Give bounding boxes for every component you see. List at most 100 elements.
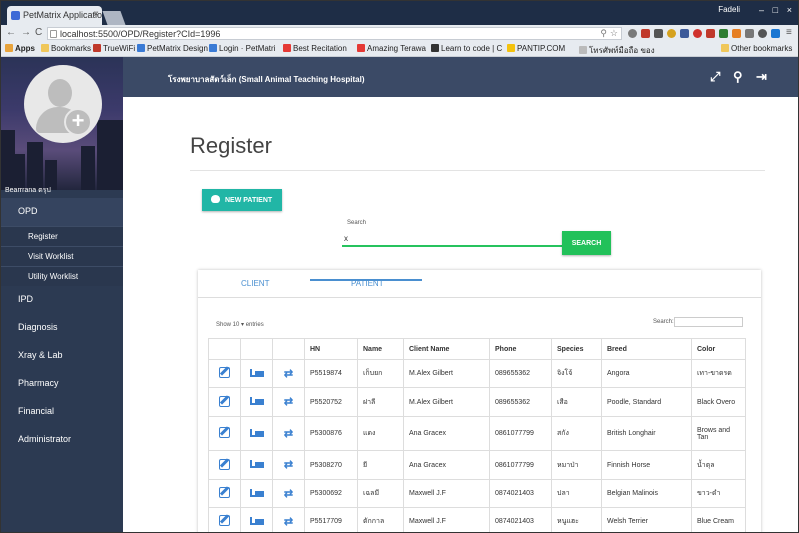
admit-cell	[240, 359, 273, 388]
sidebar-item-diagnosis[interactable]: Diagnosis	[1, 314, 123, 342]
back-icon[interactable]: ←	[6, 27, 16, 38]
cell-species: สกัง	[551, 416, 602, 451]
bookmark-item[interactable]: Login · PetMatri	[209, 44, 275, 53]
maximize-icon[interactable]: □	[773, 5, 778, 15]
extension-icon[interactable]	[641, 29, 650, 38]
edit-icon[interactable]	[219, 487, 230, 498]
header-breed[interactable]: Breed	[601, 338, 692, 360]
transfer-icon[interactable]: ⇄	[284, 396, 293, 408]
extension-icon[interactable]	[758, 29, 767, 38]
minimize-icon[interactable]: –	[759, 5, 764, 15]
sidebar-item-register[interactable]: Register	[1, 226, 123, 246]
transfer-icon[interactable]: ⇄	[284, 428, 293, 440]
bookmark-item[interactable]: Best Recitation	[283, 44, 347, 53]
transfer-icon[interactable]: ⇄	[284, 516, 293, 528]
bookmark-item[interactable]: PANTIP.COM	[507, 44, 565, 53]
bookmark-item[interactable]: Learn to code | C	[431, 44, 502, 53]
edit-icon[interactable]	[219, 515, 230, 526]
user-name: Bearrrana ตรุป	[5, 187, 51, 194]
header-name[interactable]: Name	[357, 338, 404, 360]
avatar-head	[48, 79, 72, 107]
transfer-icon[interactable]: ⇄	[284, 368, 293, 380]
search-button[interactable]: SEARCH	[562, 231, 611, 255]
url-field[interactable]: localhost:5500/OPD/Register?CId=1996 ⚲ ☆	[47, 27, 622, 40]
new-patient-button[interactable]: NEW PATIENT	[202, 189, 282, 211]
search-input[interactable]	[342, 231, 562, 247]
page-info-icon[interactable]	[50, 30, 57, 38]
table-search-input[interactable]	[674, 317, 743, 327]
extension-icon[interactable]	[771, 29, 780, 38]
bed-icon[interactable]	[249, 368, 264, 377]
tab-title: PetMatrix Applicatio	[23, 10, 102, 20]
new-tab-button[interactable]	[102, 11, 126, 25]
bed-icon[interactable]	[249, 488, 264, 497]
show-entries-select[interactable]: Show 10 ▾ entries	[216, 321, 264, 328]
forward-icon[interactable]: →	[21, 27, 31, 38]
edit-icon[interactable]	[219, 458, 230, 470]
bookmark-apps[interactable]: Apps	[5, 44, 35, 53]
bed-icon[interactable]	[249, 516, 264, 525]
header-hn[interactable]: HN	[304, 338, 358, 360]
browser-tab[interactable]: PetMatrix Applicatio ×	[7, 6, 102, 25]
search-icon[interactable]: ⚲	[733, 69, 743, 85]
fullscreen-icon[interactable]: ⤢	[710, 69, 720, 85]
bed-icon[interactable]	[249, 428, 264, 437]
extension-icon[interactable]	[732, 29, 741, 38]
bookmark-other[interactable]: Other bookmarks	[721, 44, 792, 53]
sidebar-item-utility-worklist[interactable]: Utility Worklist	[1, 266, 123, 286]
avatar[interactable]: +	[24, 65, 102, 143]
sidebar-item-visit-worklist[interactable]: Visit Worklist	[1, 246, 123, 266]
extension-icon[interactable]	[693, 29, 702, 38]
cell-phone: 089655362	[489, 359, 552, 388]
add-photo-icon[interactable]: +	[64, 108, 92, 136]
transfer-icon[interactable]: ⇄	[284, 459, 293, 471]
extension-icon[interactable]	[628, 29, 637, 38]
sidebar-item-pharmacy[interactable]: Pharmacy	[1, 370, 123, 398]
bed-icon[interactable]	[249, 397, 264, 405]
sidebar-item-opd[interactable]: OPD	[1, 198, 123, 226]
close-tab-icon[interactable]: ×	[93, 9, 99, 20]
sidebar-item-ipd[interactable]: IPD	[1, 286, 123, 314]
star-icon[interactable]: ☆	[610, 28, 618, 39]
bookmark-item[interactable]: Amazing Terawa	[357, 44, 426, 53]
header-edit	[208, 338, 241, 360]
tab-client[interactable]: CLIENT	[241, 279, 269, 288]
edit-icon[interactable]	[219, 367, 230, 378]
logout-icon[interactable]: ⇥	[756, 69, 767, 85]
admit-cell	[240, 479, 273, 508]
header-phone[interactable]: Phone	[489, 338, 552, 360]
edit-icon[interactable]	[219, 395, 230, 407]
bed-icon[interactable]	[249, 460, 264, 468]
header-client-name[interactable]: Client Name	[403, 338, 490, 360]
edit-cell	[208, 416, 241, 451]
cell-phone: 0861077799	[489, 416, 552, 451]
extension-icon[interactable]	[654, 29, 663, 38]
chrome-menu-icon[interactable]: ≡	[786, 27, 792, 38]
cell-client: Ana Gracex	[403, 416, 490, 451]
bookmark-item[interactable]: โทรศัพท์มือถือ ของ	[579, 44, 655, 57]
zoom-icon[interactable]: ⚲	[600, 28, 607, 39]
sidebar-item-xray-lab[interactable]: Xray & Lab	[1, 342, 123, 370]
bookmark-item[interactable]: TrueWiFi	[93, 44, 135, 53]
header-color[interactable]: Color	[691, 338, 746, 360]
bookmark-item[interactable]: Bookmarks	[41, 44, 91, 53]
extension-icon[interactable]	[719, 29, 728, 38]
browser-user[interactable]: Fadeli	[718, 5, 740, 14]
extension-icon[interactable]	[745, 29, 754, 38]
edit-cell	[208, 507, 241, 532]
close-window-icon[interactable]: ×	[787, 5, 792, 15]
extension-icon[interactable]	[680, 29, 689, 38]
header-species[interactable]: Species	[551, 338, 602, 360]
sidebar-item-financial[interactable]: Financial	[1, 398, 123, 426]
table-row: ⇄ P5519874 เก็บยก M.Alex Gilbert 0896553…	[208, 359, 746, 388]
extension-icon[interactable]	[667, 29, 676, 38]
sidebar-item-administrator[interactable]: Administrator	[1, 426, 123, 454]
bookmark-item[interactable]: PetMatrix Design	[137, 44, 208, 53]
transfer-icon[interactable]: ⇄	[284, 488, 293, 500]
transfer-cell: ⇄	[272, 359, 305, 388]
cell-color: ขาว-ดำ	[691, 479, 746, 508]
edit-icon[interactable]	[219, 427, 230, 438]
reload-icon[interactable]: C	[35, 27, 42, 38]
edit-cell	[208, 359, 241, 388]
extension-icon[interactable]	[706, 29, 715, 38]
